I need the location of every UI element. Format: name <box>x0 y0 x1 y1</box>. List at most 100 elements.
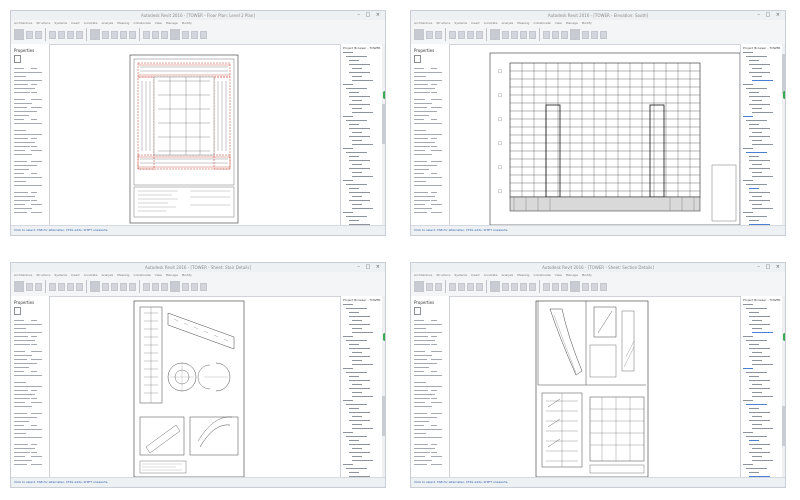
browser-tree-item[interactable] <box>349 344 359 345</box>
property-row[interactable] <box>14 107 27 108</box>
ribbon-tab[interactable]: Massing <box>117 273 129 277</box>
property-row[interactable] <box>14 208 32 209</box>
browser-tree-item[interactable] <box>346 56 367 57</box>
browser-tree-item[interactable] <box>743 116 753 117</box>
browser-tree-item[interactable] <box>349 192 370 193</box>
ribbon-tab[interactable]: Structure <box>436 21 450 25</box>
tool-button[interactable] <box>129 282 136 291</box>
browser-tree-item[interactable] <box>349 356 370 357</box>
property-row[interactable] <box>414 340 435 341</box>
browser-tree-item[interactable] <box>349 376 359 377</box>
browser-tree-item[interactable] <box>352 204 362 205</box>
browser-tree-item[interactable] <box>349 412 370 413</box>
browser-tree-item[interactable] <box>352 76 362 77</box>
property-row[interactable] <box>414 92 430 93</box>
tool-button[interactable] <box>26 30 33 39</box>
ribbon-tab[interactable]: Massing <box>517 21 529 25</box>
browser-scrollbar[interactable] <box>782 44 785 226</box>
tool-button[interactable] <box>449 282 456 291</box>
property-row[interactable] <box>414 76 426 77</box>
property-row[interactable] <box>14 169 29 170</box>
browser-tree-item[interactable] <box>752 204 762 205</box>
property-row[interactable] <box>14 181 26 182</box>
browser-tree-item[interactable] <box>749 440 759 441</box>
browser-tree-item[interactable] <box>343 84 353 85</box>
property-row[interactable] <box>414 130 426 131</box>
property-row[interactable] <box>14 72 31 73</box>
property-row[interactable] <box>14 456 25 457</box>
property-row[interactable] <box>14 88 35 89</box>
browser-tree-item[interactable] <box>752 352 762 353</box>
tool-button[interactable] <box>476 282 483 291</box>
tool-button[interactable] <box>552 282 559 291</box>
tool-button[interactable] <box>102 30 109 39</box>
ribbon-tab[interactable]: Manage <box>166 273 178 277</box>
tool-button[interactable] <box>143 282 150 291</box>
property-row[interactable] <box>414 72 431 73</box>
browser-tree-item[interactable] <box>749 420 770 421</box>
ribbon-tab[interactable]: Systems <box>454 273 467 277</box>
tool-button[interactable] <box>582 282 589 291</box>
tool-button[interactable] <box>182 30 189 39</box>
property-row[interactable] <box>14 192 28 193</box>
property-row[interactable] <box>414 181 426 182</box>
property-row[interactable] <box>14 204 25 205</box>
browser-tree-item[interactable] <box>352 456 362 457</box>
property-row[interactable] <box>14 425 24 426</box>
tool-button[interactable] <box>570 281 580 292</box>
browser-tree-item[interactable] <box>752 460 773 461</box>
browser-tree-item[interactable] <box>352 320 362 321</box>
tool-button[interactable] <box>35 30 42 39</box>
property-row[interactable] <box>414 351 425 352</box>
property-row[interactable] <box>14 76 26 77</box>
browser-tree-item[interactable] <box>349 380 370 381</box>
tool-button[interactable] <box>414 281 424 292</box>
property-row[interactable] <box>14 161 27 162</box>
browser-tree-item[interactable] <box>352 364 373 365</box>
tool-button[interactable] <box>170 29 180 40</box>
browser-tree-item[interactable] <box>346 468 367 469</box>
ribbon-tab[interactable]: Manage <box>566 273 578 277</box>
tool-button[interactable] <box>543 282 550 291</box>
property-row[interactable] <box>14 355 32 356</box>
property-row[interactable] <box>14 324 31 325</box>
browser-tree-item[interactable] <box>752 396 773 397</box>
browser-tree-item[interactable] <box>752 428 773 429</box>
properties-palette[interactable]: Properties <box>411 296 450 478</box>
browser-tree-item[interactable] <box>349 64 370 65</box>
browser-tree-item[interactable] <box>352 332 373 333</box>
browser-tree-item[interactable] <box>749 136 770 137</box>
tool-button[interactable] <box>467 30 474 39</box>
tool-button[interactable] <box>414 29 424 40</box>
tool-button[interactable] <box>14 281 24 292</box>
property-row[interactable] <box>14 92 30 93</box>
browser-tree-item[interactable] <box>349 312 359 313</box>
ribbon-tab[interactable]: View <box>155 21 162 25</box>
project-browser[interactable]: Project Browser - TOWER <box>740 44 785 226</box>
property-row[interactable] <box>414 413 427 414</box>
property-row[interactable] <box>14 142 35 143</box>
tool-button[interactable] <box>182 282 189 291</box>
property-row[interactable] <box>14 433 26 434</box>
browser-scrollbar[interactable] <box>382 44 385 226</box>
tool-button[interactable] <box>467 282 474 291</box>
property-row[interactable] <box>14 154 32 155</box>
browser-tree-item[interactable] <box>752 144 773 145</box>
property-row[interactable] <box>14 68 24 69</box>
property-row[interactable] <box>14 336 28 337</box>
browser-tree-item[interactable] <box>752 424 762 425</box>
property-row[interactable] <box>14 119 24 120</box>
tool-button[interactable] <box>26 282 33 291</box>
tool-button[interactable] <box>435 282 442 291</box>
browser-tree-item[interactable] <box>752 100 762 101</box>
tool-button[interactable] <box>58 282 65 291</box>
property-row[interactable] <box>414 204 425 205</box>
browser-tree-item[interactable] <box>349 156 359 157</box>
tool-button[interactable] <box>120 282 127 291</box>
browser-tree-item[interactable] <box>743 432 753 433</box>
property-row[interactable] <box>414 375 431 376</box>
property-row[interactable] <box>414 99 425 100</box>
property-row[interactable] <box>14 328 26 329</box>
browser-tree-item[interactable] <box>743 52 753 53</box>
tool-button[interactable] <box>67 30 74 39</box>
